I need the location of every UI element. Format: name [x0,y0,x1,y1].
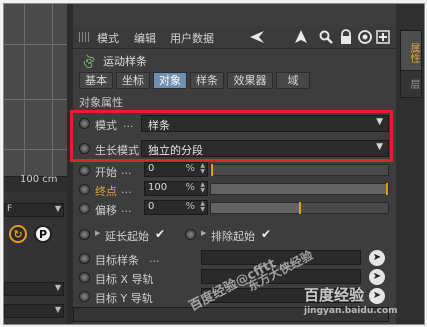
start-slider-knob[interactable] [211,164,213,176]
animate-radio[interactable] [79,203,90,214]
viewport-panel[interactable]: 100 cm F ▼ ↻ P ▼ ▼ [4,4,67,324]
start-unit: % [185,163,195,174]
tab-effectors[interactable]: 效果器 [227,72,273,89]
target-icon[interactable] [357,29,373,45]
target-spline-row: 目标样条 ... ➤ [73,250,396,268]
end-label: 终点 [95,185,117,198]
viewport-dropdown-value: F [7,204,13,214]
stepper-icon[interactable]: ▲ ▼ [200,201,205,213]
offset-slider-fill [211,203,300,213]
end-dots: ... [121,183,132,196]
target-x-field[interactable] [201,269,361,284]
tab-object[interactable]: 对象 [153,72,187,89]
offset-dots: ... [121,202,132,215]
object-title: 运动样条 [103,55,147,68]
animate-radio[interactable] [79,229,90,240]
pick-arrow-icon[interactable]: ➤ [369,250,385,266]
offset-slider-knob[interactable] [298,202,301,214]
extend-row: ▶ 延长起始 ✔ ▶ 排除起始 ✔ [73,226,396,244]
extend-start-checkbox[interactable]: ✔ [155,227,165,241]
viewport-dropdown-2[interactable]: ▼ [4,282,64,296]
side-tab-layers[interactable]: 层 [400,70,422,98]
stepper-icon[interactable]: ▲ ▼ [200,163,205,175]
end-slider[interactable] [210,183,389,195]
chevron-down-icon: ▼ [54,204,61,213]
viewport-scale-label: 100 cm [20,174,58,185]
section-title: 对象属性 [79,96,123,109]
offset-unit: % [185,201,195,212]
menu-edit[interactable]: 编辑 [134,30,156,46]
attributes-panel: 模式 编辑 用户数据 ঔ 运动样条 基本 坐标 对象 样条 效果器 域 对象属性… [73,4,396,324]
animate-radio[interactable] [79,184,90,195]
offset-field[interactable]: 0 % ▲ ▼ [144,200,208,215]
menu-mode[interactable]: 模式 [97,30,119,46]
highlight-box [70,110,393,162]
cursor-icon[interactable] [293,29,309,45]
animate-radio[interactable] [79,291,90,302]
exclude-start-checkbox[interactable]: ✔ [261,227,271,241]
end-row: 终点 ... 100 % ▲ ▼ [73,181,396,199]
triangle-right-icon: ▶ [201,229,207,237]
attributes-toolbar: 模式 编辑 用户数据 [73,26,396,49]
end-field[interactable]: 100 % ▲ ▼ [144,181,208,196]
animate-radio[interactable] [79,253,90,264]
side-tabs: 属性 层 [396,4,424,324]
refresh-icon[interactable]: ↻ [9,225,27,243]
add-icon[interactable] [375,29,391,45]
target-x-label: 目标 X 导轨 [95,273,154,286]
target-spline-field[interactable] [201,250,361,265]
viewport-grid[interactable] [4,4,67,177]
menu-user-data[interactable]: 用户数据 [170,30,214,46]
start-dots: ... [121,164,132,177]
tab-basic[interactable]: 基本 [79,72,113,89]
arrow-left-icon[interactable] [249,29,265,45]
start-row: 开始 ... 0 % ▲ ▼ [73,162,396,180]
offset-slider[interactable] [210,202,389,214]
offset-value: 0 [148,201,155,212]
animate-radio[interactable] [79,165,90,176]
target-spline-dots: ... [149,252,160,265]
tab-fields[interactable]: 域 [276,72,310,89]
target-x-row: 目标 X 导轨 ➤ [73,269,396,287]
chevron-down-icon: ▼ [54,305,61,314]
start-slider[interactable] [210,164,389,176]
start-field[interactable]: 0 % ▲ ▼ [144,162,208,177]
object-header: ঔ 运动样条 [73,50,396,72]
offset-label: 偏移 [95,204,117,217]
extra-field [73,307,389,322]
end-unit: % [185,182,195,193]
target-y-label: 目标 Y 导轨 [95,292,153,305]
viewport-tools-strip: F ▼ ↻ P ▼ ▼ [4,192,67,324]
pick-arrow-icon[interactable]: ➤ [369,288,385,304]
tab-coords[interactable]: 坐标 [116,72,150,89]
app-window: 100 cm F ▼ ↻ P ▼ ▼ 模式 编辑 用户数据 ঔ 运动样条 基本 … [3,3,425,325]
viewport-dropdown-3[interactable]: ▼ [4,304,64,318]
search-icon[interactable] [318,29,334,45]
target-y-row: 目标 Y 导轨 ➤ [73,288,396,306]
animate-radio[interactable] [79,272,90,283]
grip-icon[interactable] [79,32,89,42]
offset-row: 偏移 ... 0 % ▲ ▼ [73,200,396,218]
p-icon[interactable]: P [34,225,52,243]
start-value: 0 [148,163,155,174]
end-value: 100 [148,182,168,193]
stepper-icon[interactable]: ▲ ▼ [200,182,205,194]
target-y-field[interactable] [201,288,361,303]
exclude-start-label: 排除起始 [211,230,255,243]
extend-start-label: 延长起始 [105,230,149,243]
start-label: 开始 [95,166,117,179]
animate-radio[interactable] [185,229,196,240]
triangle-right-icon: ▶ [95,229,101,237]
extra-row [73,307,396,324]
end-slider-fill [211,184,388,194]
lock-icon[interactable] [338,29,354,45]
tab-spline[interactable]: 样条 [190,72,224,89]
viewport-dropdown[interactable]: F ▼ [4,203,64,217]
chevron-down-icon: ▼ [54,283,61,292]
target-spline-label: 目标样条 [95,254,139,267]
end-slider-knob[interactable] [386,183,388,195]
pick-arrow-icon[interactable]: ➤ [369,269,385,285]
